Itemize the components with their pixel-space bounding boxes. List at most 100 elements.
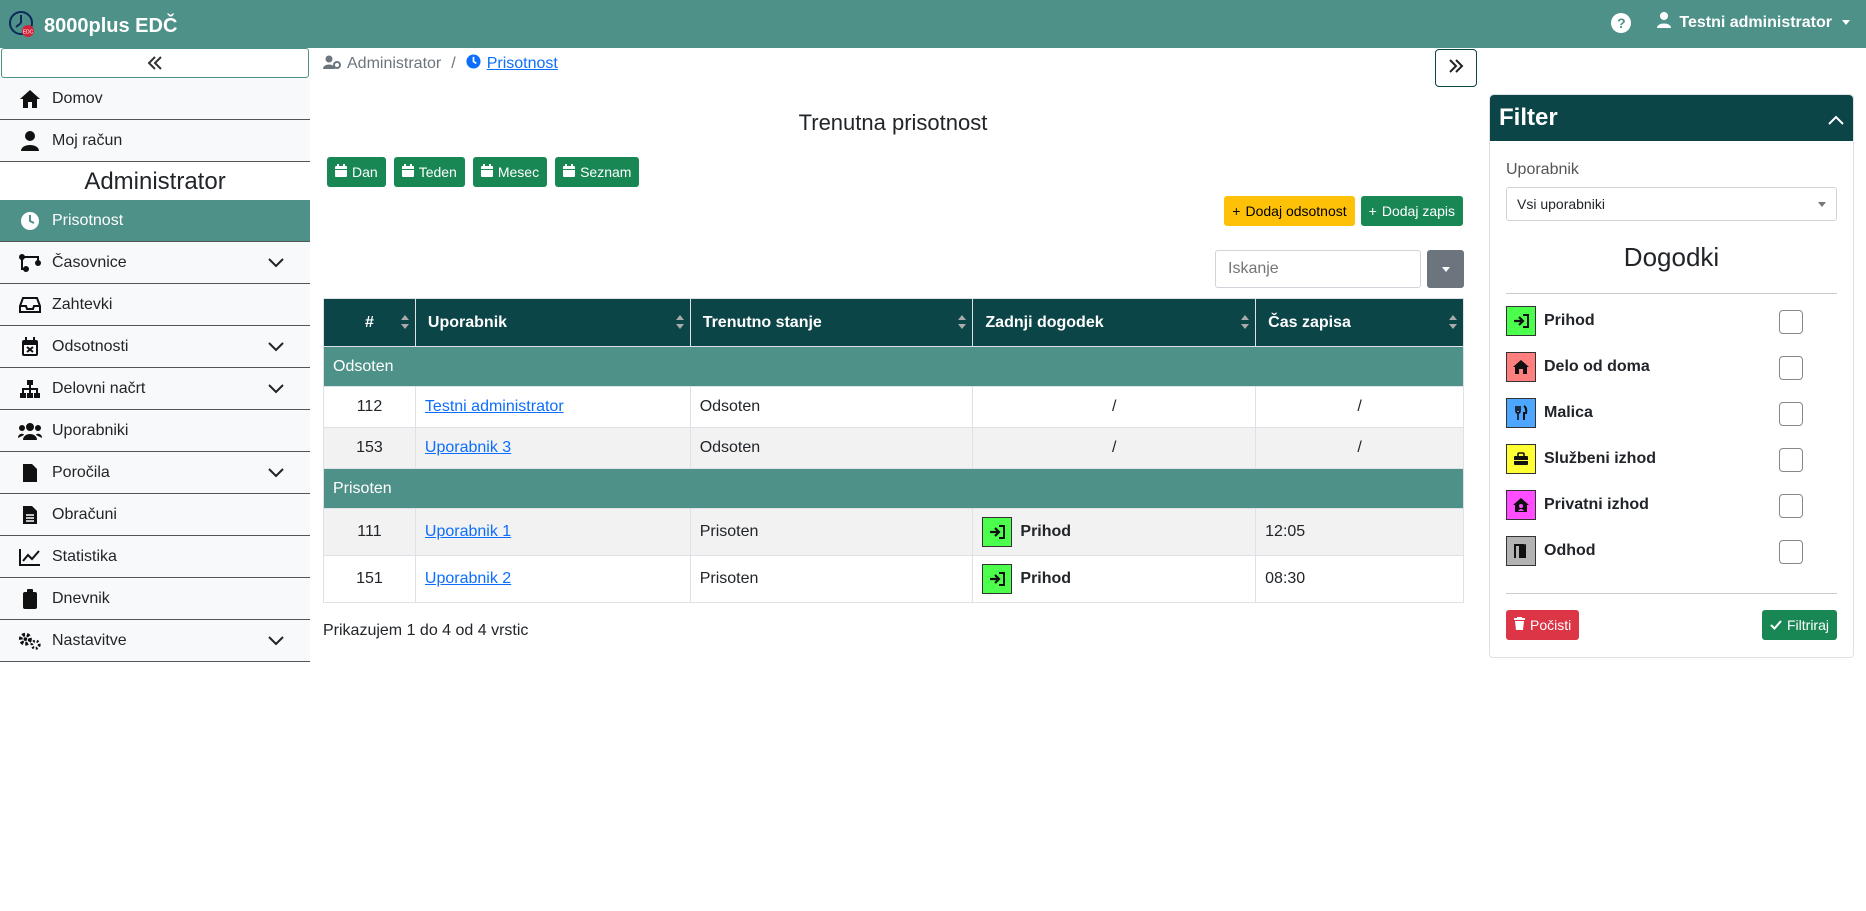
sidebar-item-moj-racun[interactable]: Moj račun bbox=[0, 120, 310, 162]
double-chevron-right-icon bbox=[1448, 58, 1464, 78]
sort-icon bbox=[675, 315, 684, 329]
user-menu[interactable]: Testni administrator bbox=[1657, 12, 1850, 33]
users-icon bbox=[18, 422, 42, 440]
sidebar-item-statistika[interactable]: Statistika bbox=[0, 536, 310, 578]
chevron-down-icon bbox=[268, 255, 284, 273]
sidebar-item-domov[interactable]: Domov bbox=[0, 78, 310, 120]
utensils-icon bbox=[1506, 398, 1536, 428]
button-label: Mesec bbox=[497, 164, 540, 180]
view-month-button[interactable]: Mesec bbox=[472, 157, 548, 187]
event-checkbox[interactable] bbox=[1779, 310, 1803, 334]
event-cell: Prihod bbox=[982, 564, 1246, 594]
sidebar-item-obracuni[interactable]: Obračuni bbox=[0, 494, 310, 536]
user-icon bbox=[18, 130, 42, 151]
event-checkbox[interactable] bbox=[1779, 356, 1803, 380]
sidebar-item-label: Domov bbox=[52, 89, 103, 107]
help-icon[interactable]: ? bbox=[1611, 12, 1632, 33]
collapse-sidebar-button[interactable] bbox=[1, 48, 309, 78]
filter-header[interactable]: Filter bbox=[1490, 95, 1853, 141]
button-label: Dodaj zapis bbox=[1381, 203, 1455, 219]
event-filter-privatni-izhod: Privatni izhod bbox=[1506, 482, 1837, 528]
sidebar-item-casovnice[interactable]: Časovnice bbox=[0, 242, 310, 284]
sidebar-section-title: Administrator bbox=[0, 162, 310, 200]
event-checkbox[interactable] bbox=[1779, 494, 1803, 518]
event-label: Malica bbox=[1544, 404, 1593, 421]
view-switcher: Dan Teden Mesec Seznam bbox=[327, 157, 640, 187]
event-label: Privatni izhod bbox=[1544, 496, 1649, 513]
clipboard-icon bbox=[18, 588, 42, 609]
add-entry-button[interactable]: + Dodaj zapis bbox=[1360, 196, 1463, 226]
user-link[interactable]: Testni administrator bbox=[425, 398, 564, 415]
cell-time: 08:30 bbox=[1255, 555, 1464, 603]
apply-filter-button[interactable]: Filtriraj bbox=[1762, 610, 1837, 640]
sidebar-item-zahtevki[interactable]: Zahtevki bbox=[0, 284, 310, 326]
sidebar-item-label: Časovnice bbox=[52, 253, 127, 271]
main-content: Administrator / Prisotnost Trenutna pris… bbox=[323, 48, 1464, 639]
column-header-time[interactable]: Čas zapisa bbox=[1255, 298, 1464, 347]
sign-in-icon bbox=[982, 564, 1013, 594]
sign-in-icon bbox=[1506, 306, 1536, 336]
filter-title: Filter bbox=[1499, 104, 1558, 131]
cell-state: Prisoten bbox=[689, 555, 974, 603]
select-value: Vsi uporabniki bbox=[1517, 196, 1605, 212]
sign-in-icon bbox=[982, 517, 1013, 547]
expand-filter-button[interactable] bbox=[1435, 49, 1477, 87]
group-row: Odsoten bbox=[323, 346, 1464, 387]
event-label: Prihod bbox=[1544, 312, 1595, 329]
header-label: # bbox=[365, 313, 374, 331]
plus-icon: + bbox=[1368, 203, 1377, 219]
sidebar-item-porocila[interactable]: Poročila bbox=[0, 452, 310, 494]
sidebar-item-label: Delovni načrt bbox=[52, 379, 146, 397]
user-link[interactable]: Uporabnik 2 bbox=[425, 570, 511, 587]
app-title: 8000plus EDČ bbox=[44, 15, 178, 37]
search-input[interactable] bbox=[1215, 250, 1421, 288]
table-header-row: # Uporabnik Trenutno stanje Zadnji dogod… bbox=[323, 298, 1464, 347]
column-header-user[interactable]: Uporabnik bbox=[414, 298, 691, 347]
breadcrumb-current-link[interactable]: Prisotnost bbox=[487, 55, 558, 73]
column-header-state[interactable]: Trenutno stanje bbox=[689, 298, 974, 347]
cell-id: 153 bbox=[323, 427, 416, 469]
cell-state: Odsoten bbox=[689, 386, 974, 428]
sidebar-item-uporabniki[interactable]: Uporabniki bbox=[0, 410, 310, 452]
inbox-icon bbox=[18, 296, 42, 314]
cell-id: 112 bbox=[323, 386, 416, 428]
cell-time: 12:05 bbox=[1255, 508, 1464, 556]
sidebar-item-dnevnik[interactable]: Dnevnik bbox=[0, 578, 310, 620]
sidebar-item-label: Uporabniki bbox=[52, 421, 129, 439]
event-filter-odhod: Odhod bbox=[1506, 528, 1837, 574]
event-checkbox[interactable] bbox=[1779, 402, 1803, 426]
view-day-button[interactable]: Dan bbox=[327, 157, 386, 187]
event-label: Delo od doma bbox=[1544, 358, 1650, 375]
user-filter-select[interactable]: Vsi uporabniki bbox=[1506, 187, 1837, 221]
chevron-up-icon[interactable] bbox=[1828, 104, 1844, 132]
calendar-icon bbox=[480, 164, 493, 180]
header-label: Čas zapisa bbox=[1268, 313, 1351, 331]
sidebar-item-delovni-nacrt[interactable]: Delovni načrt bbox=[0, 368, 310, 410]
sidebar-item-nastavitve[interactable]: Nastavitve bbox=[0, 620, 310, 662]
brand[interactable]: EDC 8000plus EDČ bbox=[8, 10, 177, 43]
breadcrumb: Administrator / Prisotnost bbox=[323, 48, 1463, 80]
view-week-button[interactable]: Teden bbox=[393, 157, 465, 187]
event-checkbox[interactable] bbox=[1779, 540, 1803, 564]
button-label: Teden bbox=[418, 164, 457, 180]
user-link[interactable]: Uporabnik 1 bbox=[425, 523, 511, 540]
cell-time: / bbox=[1255, 386, 1464, 428]
user-link[interactable]: Uporabnik 3 bbox=[425, 439, 511, 456]
clear-filter-button[interactable]: Počisti bbox=[1506, 610, 1580, 640]
add-absence-button[interactable]: + Dodaj odsotnost bbox=[1224, 196, 1355, 226]
sidebar-item-prisotnost[interactable]: Prisotnost bbox=[0, 200, 310, 242]
cell-id: 111 bbox=[323, 508, 416, 556]
event-checkbox[interactable] bbox=[1779, 448, 1803, 472]
button-label: Filtriraj bbox=[1787, 617, 1829, 633]
door-open-icon bbox=[1506, 536, 1536, 566]
column-header-id[interactable]: # bbox=[323, 298, 416, 347]
chevron-down-icon bbox=[268, 633, 284, 651]
view-list-button[interactable]: Seznam bbox=[555, 157, 640, 187]
search-options-button[interactable] bbox=[1427, 250, 1464, 288]
column-header-last-event[interactable]: Zadnji dogodek bbox=[972, 298, 1257, 347]
table-row: 153 Uporabnik 3 Odsoten / / bbox=[323, 427, 1464, 469]
plus-icon: + bbox=[1232, 203, 1241, 219]
sidebar-item-odsotnosti[interactable]: Odsotnosti bbox=[0, 326, 310, 368]
sitemap-icon bbox=[18, 379, 42, 399]
clock-icon bbox=[18, 211, 42, 231]
